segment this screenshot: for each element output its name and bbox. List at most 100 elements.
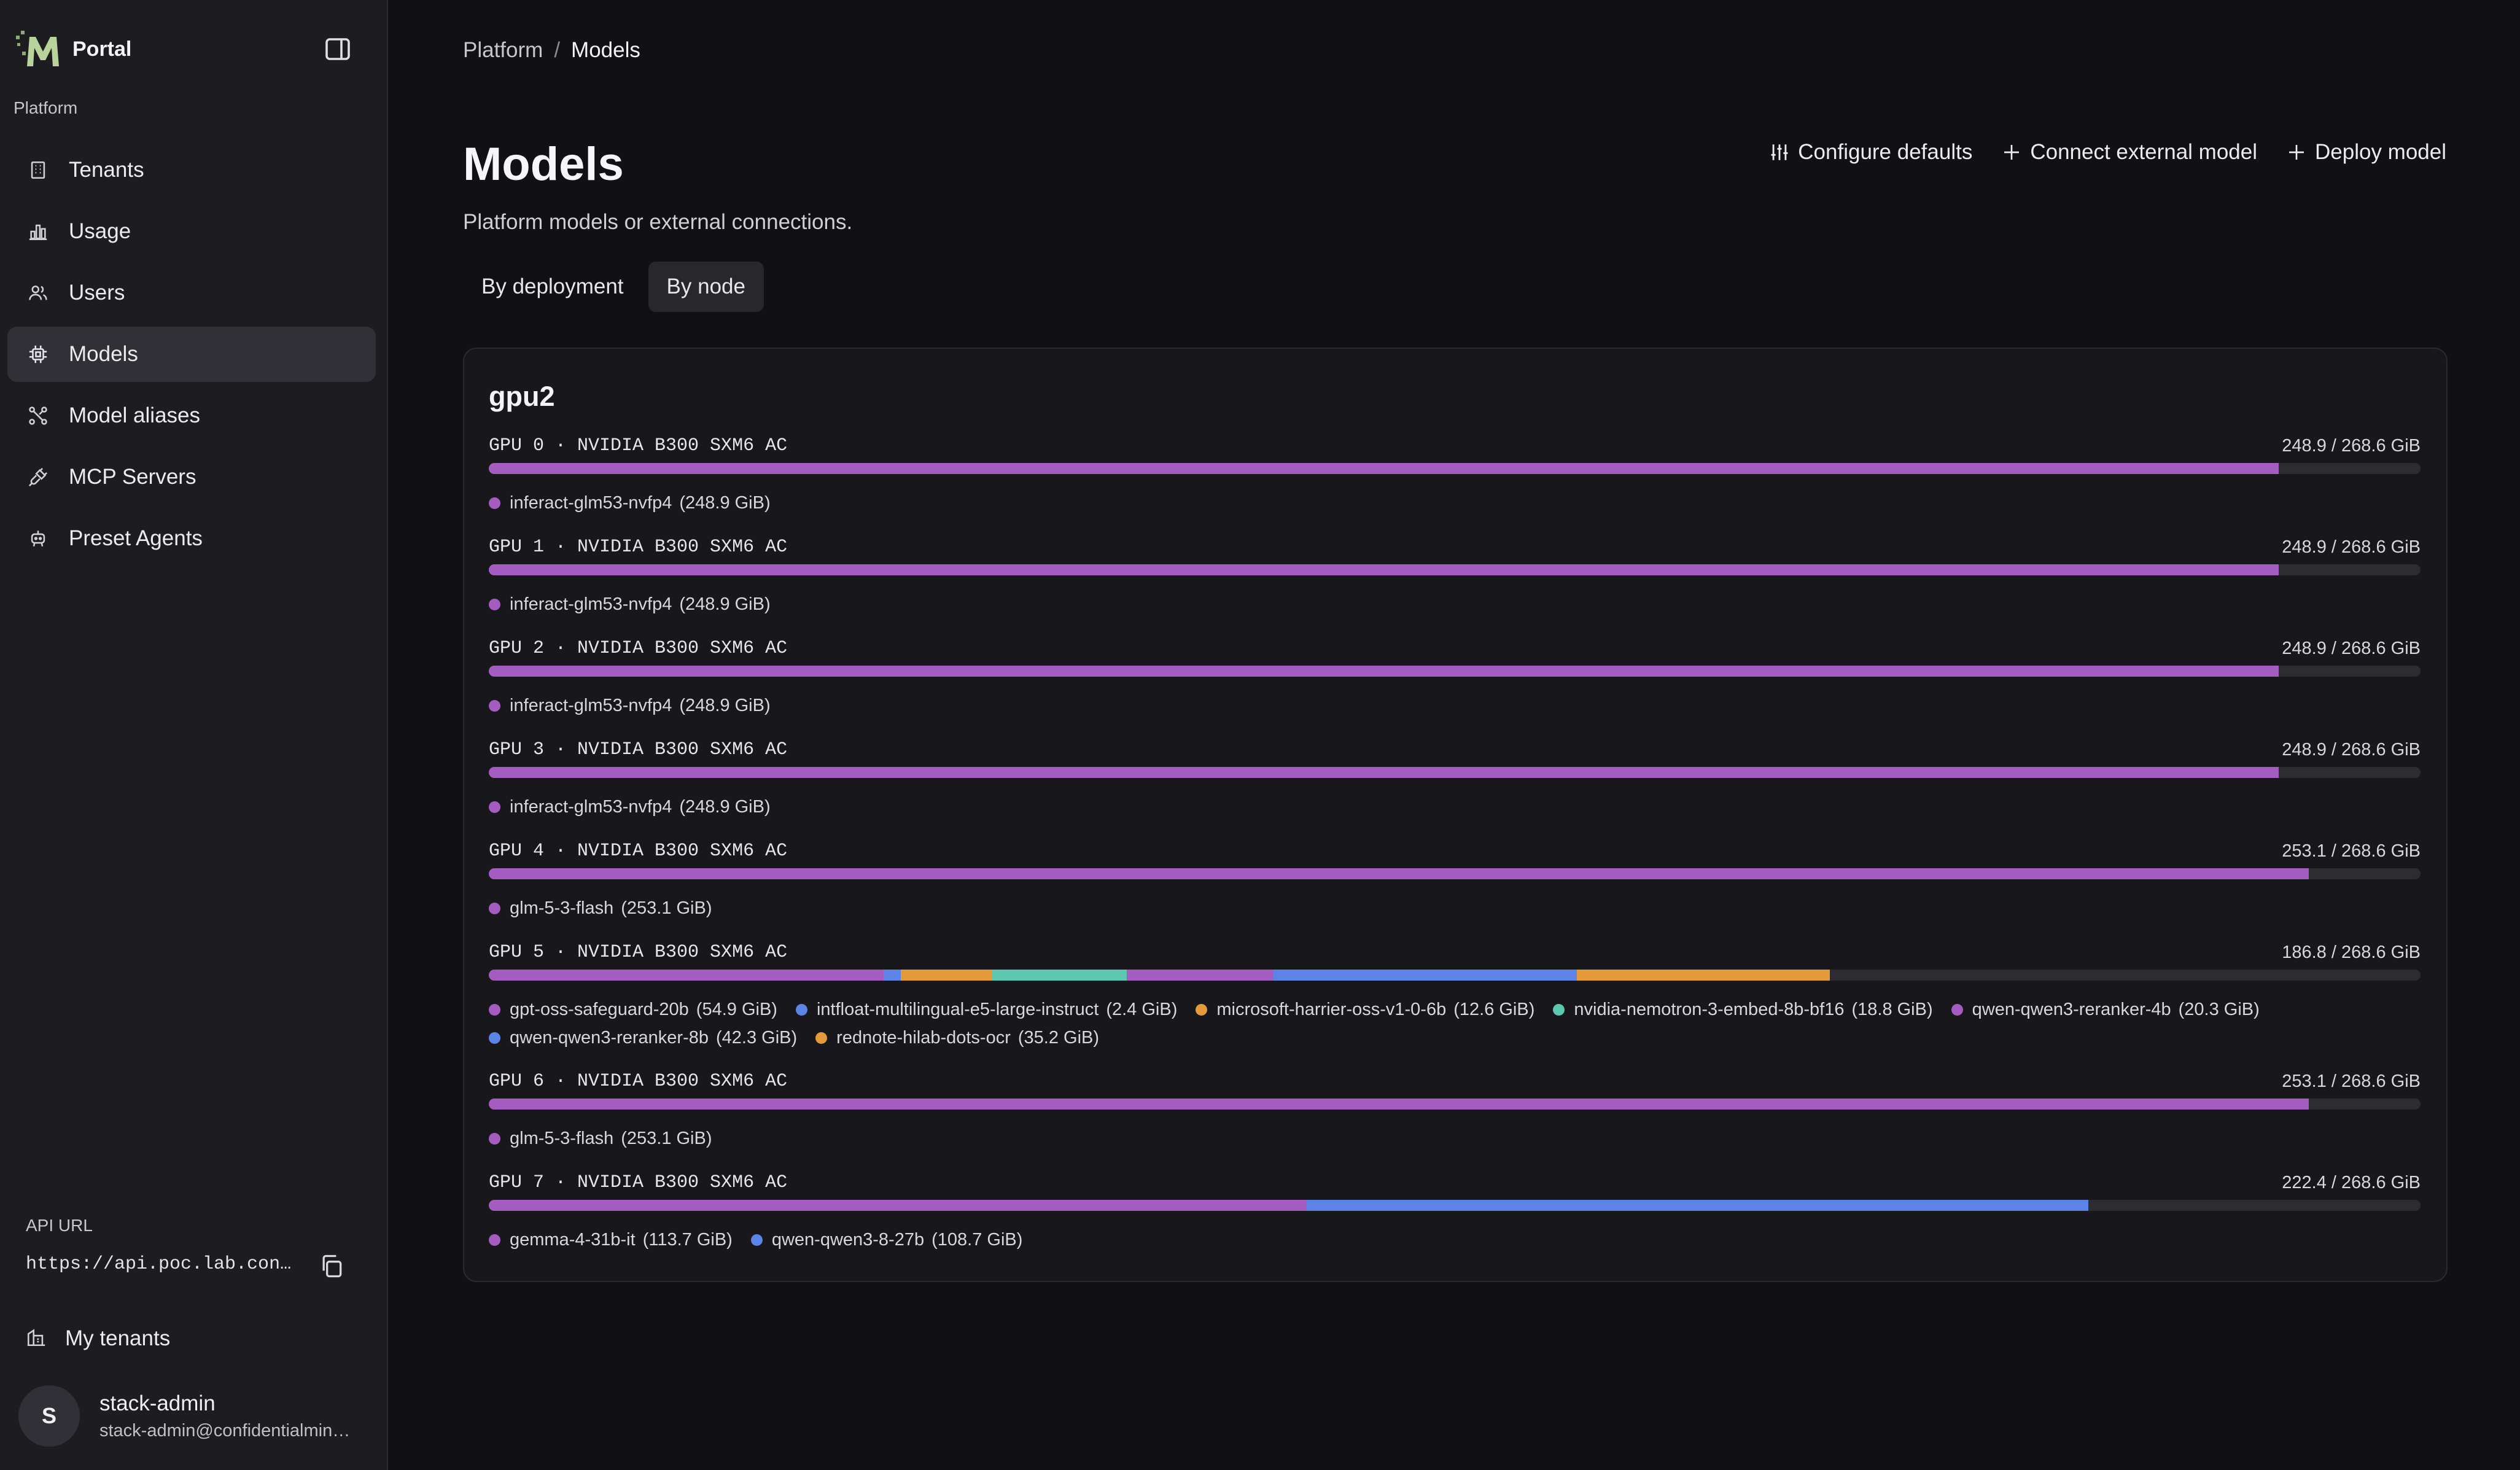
model-name: inferact-glm53-nvfp4 — [510, 594, 672, 614]
legend-item: inferact-glm53-nvfp4 (248.9 GiB) — [489, 793, 771, 821]
legend-item: gpt-oss-safeguard-20b (54.9 GiB) — [489, 995, 777, 1024]
legend-dot — [489, 902, 500, 914]
model-size: (108.7 GiB) — [931, 1230, 1023, 1250]
tenants-building-icon — [26, 1327, 47, 1351]
gpu-row: GPU 1 · NVIDIA B300 SXM6 AC 248.9 / 268.6… — [489, 536, 2421, 618]
gpu-name: GPU 5 · NVIDIA B300 SXM6 AC — [489, 942, 788, 963]
gpu-header: GPU 1 · NVIDIA B300 SXM6 AC 248.9 / 268.6… — [489, 536, 2421, 558]
model-size: (248.9 GiB) — [679, 493, 771, 513]
gpu-name: GPU 2 · NVIDIA B300 SXM6 AC — [489, 638, 788, 659]
model-legend: gemma-4-31b-it (113.7 GiB) qwen-qwen3-8-27… — [489, 1226, 2421, 1254]
app-name: Portal — [72, 37, 132, 61]
gpu-header: GPU 2 · NVIDIA B300 SXM6 AC 248.9 / 268.6… — [489, 637, 2421, 659]
portal-logo-icon — [16, 31, 59, 66]
tab-by-node[interactable]: By node — [648, 262, 764, 312]
breadcrumb-separator: / — [554, 38, 561, 62]
sidebar-item-models[interactable]: Models — [7, 327, 376, 382]
gpu-header: GPU 5 · NVIDIA B300 SXM6 AC 186.8 / 268.6… — [489, 941, 2421, 963]
model-name: inferact-glm53-nvfp4 — [510, 696, 672, 715]
model-name: gemma-4-31b-it — [510, 1230, 636, 1250]
connect-external-model-label: Connect external model — [2030, 140, 2257, 164]
gpu-name: GPU 6 · NVIDIA B300 SXM6 AC — [489, 1071, 788, 1092]
plus-icon — [2001, 141, 2023, 163]
gpu-name: GPU 7 · NVIDIA B300 SXM6 AC — [489, 1172, 788, 1193]
tab-by-deployment[interactable]: By deployment — [463, 262, 642, 312]
sidebar-item-users[interactable]: Users — [7, 265, 376, 321]
gpu-memory-usage: 248.9 / 268.6 GiB — [2282, 537, 2421, 557]
plus-icon — [2285, 141, 2308, 163]
agent-icon — [26, 526, 50, 551]
sidebar-nav: Tenants Usage Users Models Model aliases — [7, 142, 376, 572]
connect-external-model-button[interactable]: Connect external model — [2001, 140, 2257, 165]
legend-dot — [489, 1234, 500, 1246]
model-size: (253.1 GiB) — [621, 1129, 712, 1148]
sidebar-item-model-aliases[interactable]: Model aliases — [7, 388, 376, 443]
gpu-row: GPU 3 · NVIDIA B300 SXM6 AC 248.9 / 268.6… — [489, 739, 2421, 821]
memory-segment — [489, 1099, 2309, 1110]
model-legend: inferact-glm53-nvfp4 (248.9 GiB) — [489, 691, 2421, 720]
building-icon — [26, 158, 50, 182]
model-size: (35.2 GiB) — [1017, 1028, 1100, 1048]
gpu-memory-usage: 253.1 / 268.6 GiB — [2282, 841, 2421, 861]
sidebar-item-mcp-servers[interactable]: MCP Servers — [7, 449, 376, 505]
gpu-memory-usage: 222.4 / 268.6 GiB — [2282, 1172, 2421, 1192]
legend-item: qwen-qwen3-reranker-4b (20.3 GiB) — [1951, 995, 2260, 1024]
sidebar-item-preset-agents[interactable]: Preset Agents — [7, 511, 376, 566]
gpu-row: GPU 5 · NVIDIA B300 SXM6 AC 186.8 / 268.6… — [489, 941, 2421, 1052]
memory-segment — [489, 970, 884, 981]
sidebar: Portal Platform Tenants Usage Users Mode… — [0, 0, 388, 1470]
node-name: gpu2 — [489, 381, 555, 412]
model-name: inferact-glm53-nvfp4 — [510, 797, 672, 817]
model-legend: gpt-oss-safeguard-20b (54.9 GiB) intfloat-… — [489, 995, 2421, 1052]
brand[interactable]: Portal — [15, 27, 131, 71]
my-tenants-link[interactable]: My tenants — [26, 1319, 170, 1358]
legend-item: gemma-4-31b-it (113.7 GiB) — [489, 1226, 733, 1254]
sidebar-item-label: MCP Servers — [69, 465, 196, 489]
legend-dot — [489, 598, 500, 610]
configure-defaults-button[interactable]: Configure defaults — [1768, 140, 1972, 165]
gpu-row: GPU 4 · NVIDIA B300 SXM6 AC 253.1 / 268.6… — [489, 840, 2421, 922]
api-url-label: API URL — [26, 1216, 93, 1235]
memory-segment — [1306, 1200, 2088, 1211]
sidebar-item-tenants[interactable]: Tenants — [7, 142, 376, 198]
breadcrumb-platform[interactable]: Platform — [463, 38, 543, 63]
gpu-header: GPU 0 · NVIDIA B300 SXM6 AC 248.9 / 268.6… — [489, 435, 2421, 457]
sidebar-item-label: Users — [69, 281, 125, 305]
user-email: stack-admin@confidentialmin… — [99, 1420, 351, 1441]
model-size: (20.3 GiB) — [2178, 1000, 2260, 1019]
sidebar-item-label: Models — [69, 342, 138, 366]
model-name: qwen-qwen3-reranker-8b — [510, 1028, 709, 1048]
memory-segment — [1577, 970, 1830, 981]
legend-item: inferact-glm53-nvfp4 (248.9 GiB) — [489, 489, 771, 517]
copy-api-url-button[interactable] — [314, 1249, 349, 1283]
configure-defaults-label: Configure defaults — [1798, 140, 1973, 164]
user-menu[interactable]: S stack-admin stack-admin@confidentialmi… — [18, 1384, 368, 1448]
gpu-memory-bar — [489, 666, 2421, 677]
node-card: gpu2 GPU 0 · NVIDIA B300 SXM6 AC 248.9 / … — [463, 348, 2448, 1282]
model-size: (248.9 GiB) — [679, 594, 771, 614]
copy-icon — [322, 1254, 342, 1278]
legend-dot — [1951, 1003, 1963, 1016]
page-subtitle: Platform models or external connections. — [463, 210, 853, 234]
gpu-name: GPU 3 · NVIDIA B300 SXM6 AC — [489, 739, 788, 760]
header-actions: Configure defaults Connect external mode… — [1740, 140, 2446, 165]
gpu-memory-usage: 248.9 / 268.6 GiB — [2282, 739, 2421, 760]
model-name: inferact-glm53-nvfp4 — [510, 493, 672, 513]
legend-dot — [750, 1234, 763, 1246]
gpu-header: GPU 7 · NVIDIA B300 SXM6 AC 222.4 / 268.6… — [489, 1172, 2421, 1194]
legend-item: qwen-qwen3-8-27b (108.7 GiB) — [750, 1226, 1023, 1254]
chip-icon — [26, 342, 50, 367]
sidebar-item-usage[interactable]: Usage — [7, 204, 376, 259]
sidebar-toggle-button[interactable] — [319, 31, 356, 68]
gpu-row: GPU 7 · NVIDIA B300 SXM6 AC 222.4 / 268.6… — [489, 1172, 2421, 1254]
sidebar-item-label: Preset Agents — [69, 526, 203, 550]
deploy-model-button[interactable]: Deploy model — [2285, 140, 2446, 165]
memory-segment — [489, 564, 2279, 575]
sliders-icon — [1768, 141, 1791, 163]
deploy-model-label: Deploy model — [2315, 140, 2446, 164]
gpu-row: GPU 2 · NVIDIA B300 SXM6 AC 248.9 / 268.6… — [489, 637, 2421, 720]
gpu-name: GPU 0 · NVIDIA B300 SXM6 AC — [489, 435, 788, 456]
sidebar-section-label: Platform — [14, 98, 78, 117]
gpu-name: GPU 4 · NVIDIA B300 SXM6 AC — [489, 841, 788, 861]
breadcrumb-current: Models — [571, 38, 640, 62]
